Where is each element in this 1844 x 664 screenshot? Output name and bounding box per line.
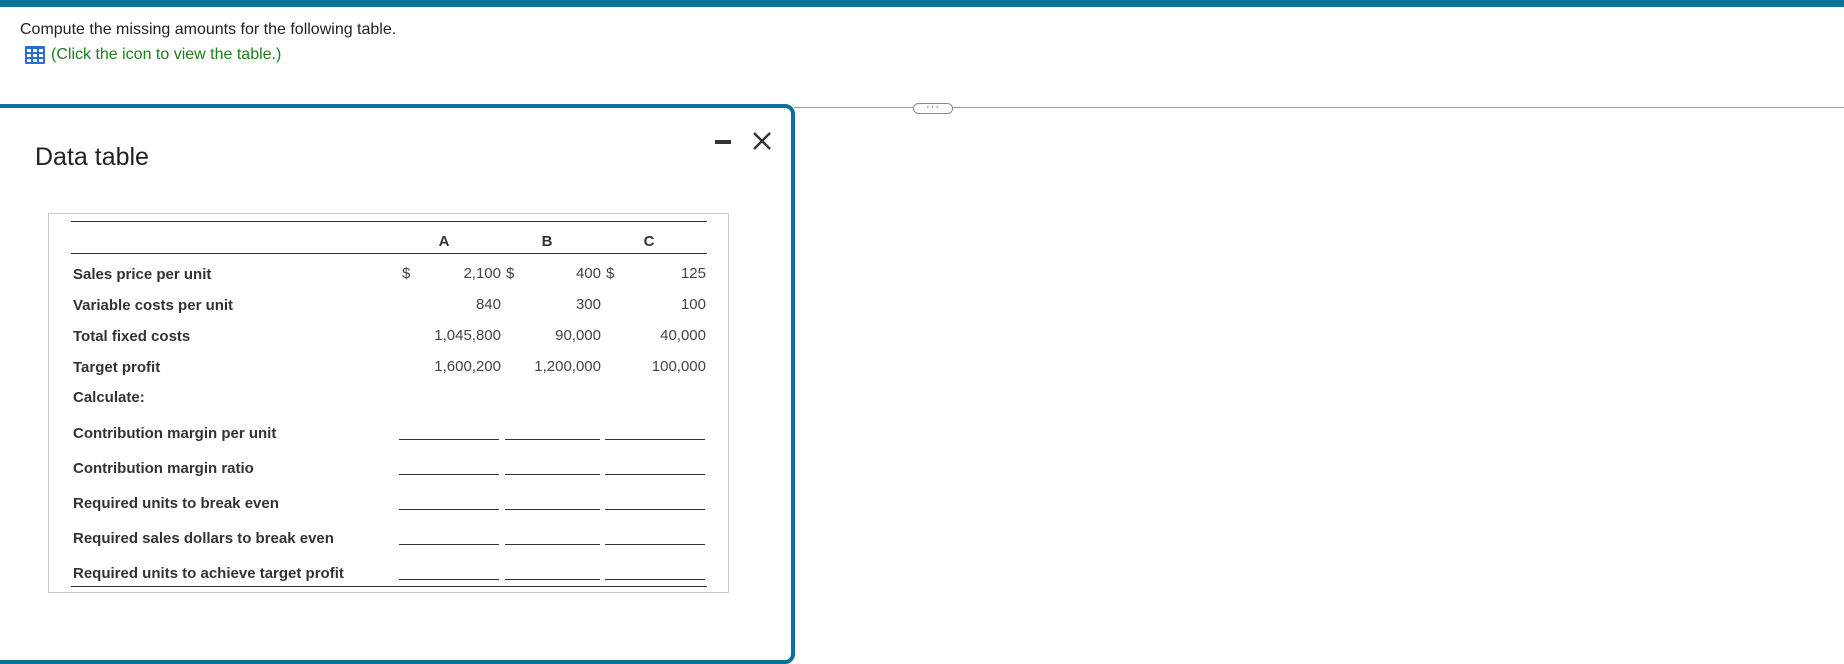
cell-a-sales-price: 2,100 xyxy=(463,265,501,282)
answer-blank-a-units-target-profit[interactable] xyxy=(399,579,499,580)
dollar-sign: $ xyxy=(506,265,515,282)
view-table-link[interactable]: (Click the icon to view the table.) xyxy=(24,45,281,65)
answer-blank-a-cm-per-unit[interactable] xyxy=(399,439,499,440)
data-table: A B C Sales price per unit $ 2,100 $ 400… xyxy=(48,213,729,593)
table-bottom-rule xyxy=(71,586,707,587)
calc-row-cm-ratio: Contribution margin ratio xyxy=(73,460,254,477)
row-label-sales-price: Sales price per unit xyxy=(73,266,212,283)
cell-a-total-fixed-costs: 1,045,800 xyxy=(434,327,501,344)
answer-blank-c-sales-dollars[interactable] xyxy=(605,544,705,545)
answer-blank-a-units-break-even[interactable] xyxy=(399,509,499,510)
answer-blank-b-cm-per-unit[interactable] xyxy=(505,439,600,440)
minimize-icon[interactable] xyxy=(713,132,731,150)
row-label-total-fixed-costs: Total fixed costs xyxy=(73,328,191,345)
cell-c-variable-costs: 100 xyxy=(680,296,706,313)
cell-b-sales-price: 400 xyxy=(575,265,601,282)
cell-c-total-fixed-costs: 40,000 xyxy=(660,327,706,344)
calc-row-units-break-even: Required units to break even xyxy=(73,495,279,512)
answer-blank-b-sales-dollars[interactable] xyxy=(505,544,600,545)
answer-blank-c-units-target-profit[interactable] xyxy=(605,579,705,580)
answer-blank-b-cm-ratio[interactable] xyxy=(505,474,600,475)
table-top-rule xyxy=(71,221,707,222)
cell-c-target-profit: 100,000 xyxy=(651,358,706,375)
row-label-target-profit: Target profit xyxy=(73,359,161,376)
dollar-sign: $ xyxy=(402,265,411,282)
column-header-c: C xyxy=(643,233,655,250)
column-header-a: A xyxy=(438,233,450,250)
close-icon[interactable] xyxy=(748,127,776,155)
question-prompt: Compute the missing amounts for the foll… xyxy=(20,21,397,38)
calc-row-cm-per-unit: Contribution margin per unit xyxy=(73,425,277,442)
answer-blank-a-sales-dollars[interactable] xyxy=(399,544,499,545)
answer-blank-a-cm-ratio[interactable] xyxy=(399,474,499,475)
calculate-label: Calculate: xyxy=(73,389,145,406)
row-label-variable-costs: Variable costs per unit xyxy=(73,297,234,314)
answer-blank-c-cm-per-unit[interactable] xyxy=(605,439,705,440)
answer-blank-b-units-break-even[interactable] xyxy=(505,509,600,510)
table-icon[interactable] xyxy=(24,45,46,65)
more-icon[interactable]: ··· xyxy=(913,102,953,114)
dialog-title: Data table xyxy=(35,143,149,171)
header-rule xyxy=(71,253,707,254)
cell-b-variable-costs: 300 xyxy=(575,296,601,313)
calc-row-sales-dollars-break-even: Required sales dollars to break even xyxy=(73,530,334,547)
calc-row-units-target-profit: Required units to achieve target profit xyxy=(73,565,344,582)
answer-blank-b-units-target-profit[interactable] xyxy=(505,579,600,580)
top-accent-bar xyxy=(0,0,1844,7)
answer-blank-c-units-break-even[interactable] xyxy=(605,509,705,510)
view-table-text[interactable]: (Click the icon to view the table.) xyxy=(51,46,281,64)
dollar-sign: $ xyxy=(606,265,615,282)
column-header-b: B xyxy=(541,233,553,250)
answer-blank-c-cm-ratio[interactable] xyxy=(605,474,705,475)
cell-b-total-fixed-costs: 90,000 xyxy=(555,327,601,344)
cell-b-target-profit: 1,200,000 xyxy=(534,358,601,375)
cell-c-sales-price: 125 xyxy=(680,265,706,282)
cell-a-target-profit: 1,600,200 xyxy=(434,358,501,375)
cell-a-variable-costs: 840 xyxy=(475,296,501,313)
